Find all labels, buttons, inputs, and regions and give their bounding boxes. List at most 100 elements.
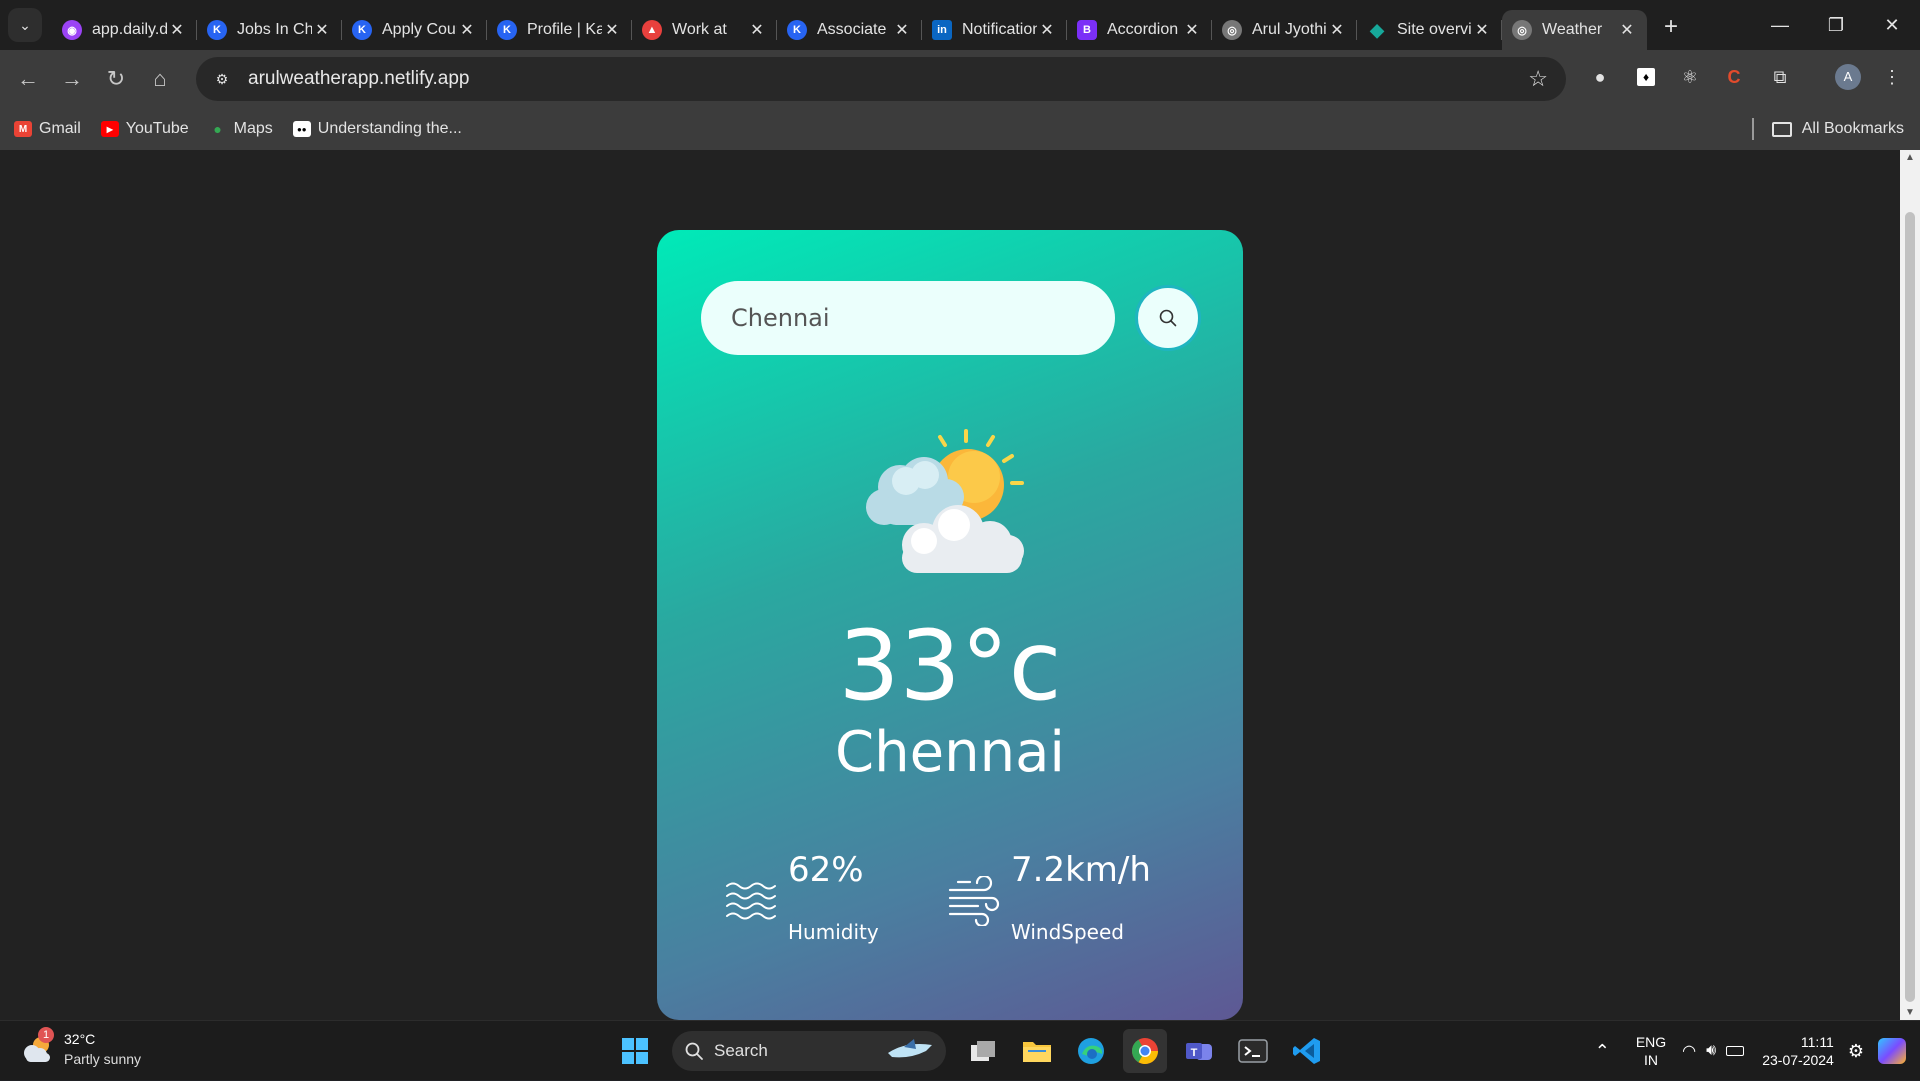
tab-accordion[interactable]: B Accordion ✕ [1067,10,1212,50]
extensions-puzzle-icon[interactable]: ⧉ [1764,61,1796,93]
tab-arul-jyothi[interactable]: ◎ Arul Jyothi ✕ [1212,10,1357,50]
arrow-left-icon: ← [17,66,39,91]
page-scrollbar[interactable]: ▲ ▼ [1900,150,1920,1020]
scrollbar-thumb[interactable] [1905,212,1915,1002]
windows-logo-icon [622,1038,648,1064]
start-button[interactable] [613,1029,657,1073]
extension-shield-icon[interactable]: ♦ [1630,61,1662,93]
address-bar[interactable]: ⚙ arulweatherapp.netlify.app ☆ [196,57,1566,101]
teams-button[interactable]: T [1177,1029,1221,1073]
clock[interactable]: 11:11 23-07-2024 [1762,1033,1834,1069]
reload-icon: ↻ [106,66,126,91]
reload-button[interactable]: ↻ [94,57,138,101]
tab-site-overview[interactable]: ◆ Site overview ✕ [1357,10,1502,50]
close-icon[interactable]: ✕ [1472,20,1492,40]
bookmark-maps[interactable]: ● Maps [209,120,273,138]
profile-avatar[interactable]: A [1832,61,1864,93]
wifi-icon[interactable]: ◠ [1682,1041,1696,1061]
tab-search-button[interactable]: ⌄ [8,8,42,42]
home-icon: ⌂ [153,66,167,91]
tab-weather[interactable]: ◎ Weather ✕ [1502,10,1647,50]
close-window-icon[interactable]: ✕ [1864,0,1920,50]
tab-jobs[interactable]: K Jobs In Chennai ✕ [197,10,342,50]
task-view-button[interactable] [961,1029,1005,1073]
back-button[interactable]: ← [6,57,50,101]
close-icon[interactable]: ✕ [1327,20,1347,40]
minimize-icon[interactable]: — [1752,0,1808,50]
taskbar-search-box[interactable]: Search [672,1031,946,1071]
temperature-display: 33°c [838,610,1062,722]
window-controls: — ❐ ✕ [1752,0,1920,50]
city-search-input[interactable] [731,304,1091,332]
tab-apply[interactable]: K Apply Course ✕ [342,10,487,50]
wind-speed-value: 7.2km/h [1011,850,1151,890]
vscode-button[interactable] [1285,1029,1329,1073]
humidity-icon [726,882,776,920]
all-bookmarks-button[interactable]: All Bookmarks [1751,108,1904,150]
maps-pin-icon: ● [213,121,222,137]
bookmark-star-icon[interactable]: ☆ [1528,66,1548,92]
close-icon[interactable]: ✕ [167,20,187,40]
bookmark-label: Maps [233,120,273,137]
show-hidden-icons-chevron-icon[interactable]: ⌃ [1595,1041,1610,1062]
volume-icon[interactable]: 🔊︎ [1706,1042,1716,1060]
language-region: IN [1644,1052,1658,1068]
bookmark-gmail[interactable]: M Gmail [14,120,81,138]
tab-label: Site overview [1397,21,1472,38]
bookmark-medium[interactable]: ●● Understanding the... [292,120,462,138]
tab-daily-dev[interactable]: ◉ app.daily.dev ✕ [52,10,197,50]
edge-button[interactable] [1069,1029,1113,1073]
url-text[interactable]: arulweatherapp.netlify.app [248,68,469,90]
teams-icon: T [1186,1043,1212,1060]
close-icon[interactable]: ✕ [1182,20,1202,40]
scroll-up-icon[interactable]: ▲ [1900,152,1920,163]
restore-icon[interactable]: ❐ [1808,0,1864,50]
close-icon[interactable]: ✕ [602,20,622,40]
taskbar-weather-widget[interactable]: 1 32°C Partly sunny [20,1027,141,1069]
extension-icon[interactable]: ● [1584,61,1616,93]
copilot-icon[interactable] [1878,1038,1906,1064]
bookmark-label: Gmail [39,120,81,137]
menu-kebab-icon[interactable]: ⋮ [1876,61,1908,93]
svg-text:T: T [1191,1047,1198,1059]
bookmark-label: YouTube [125,120,189,137]
weather-card: 33°c Chennai 62% Humidity 7.2km/h WindS [657,230,1243,1020]
netlify-icon: ◆ [1370,19,1384,40]
taskbar-search-label: Search [714,1041,768,1060]
file-explorer-button[interactable] [1015,1029,1059,1073]
forward-button[interactable]: → [50,57,94,101]
tab-notifications[interactable]: in Notifications ✕ [922,10,1067,50]
weather-temp: 32°C [64,1031,96,1047]
partly-cloudy-icon [866,429,1024,573]
search-button[interactable] [1135,285,1201,351]
react-devtools-icon[interactable]: ⚛ [1674,61,1706,93]
new-tab-button[interactable]: + [1653,13,1689,41]
globe-icon: ◎ [1512,20,1532,40]
scroll-down-icon[interactable]: ▼ [1900,1007,1920,1018]
terminal-button[interactable] [1231,1029,1275,1073]
tab-profile[interactable]: K Profile | Kaggle ✕ [487,10,632,50]
close-icon[interactable]: ✕ [457,20,477,40]
close-icon[interactable]: ✕ [1037,20,1057,40]
battery-icon[interactable] [1726,1046,1745,1056]
tab-favicon-icon: K [497,20,517,40]
language-indicator[interactable]: ENG IN [1636,1033,1666,1069]
settings-gear-icon[interactable]: ⚙ [1848,1041,1864,1062]
chrome-button[interactable] [1123,1029,1167,1073]
close-icon[interactable]: ✕ [312,20,332,40]
bookmark-youtube[interactable]: ▶ YouTube [100,120,189,138]
medium-icon: ●● [292,121,311,137]
tab-associate[interactable]: K Associate ✕ [777,10,922,50]
close-icon[interactable]: ✕ [747,20,767,40]
close-icon[interactable]: ✕ [1617,20,1637,40]
site-info-icon[interactable]: ⚙ [208,65,236,93]
edge-icon [1078,1038,1104,1064]
tab-work-at[interactable]: ▲ Work at ✕ [632,10,777,50]
extension-c-icon[interactable]: C [1718,61,1750,93]
home-button[interactable]: ⌂ [138,57,182,101]
close-icon[interactable]: ✕ [892,20,912,40]
bookmark-label: Understanding the... [317,120,462,137]
chrome-icon [1131,1038,1159,1065]
clock-date: 23-07-2024 [1762,1052,1834,1068]
tab-label: Accordion [1107,21,1179,38]
